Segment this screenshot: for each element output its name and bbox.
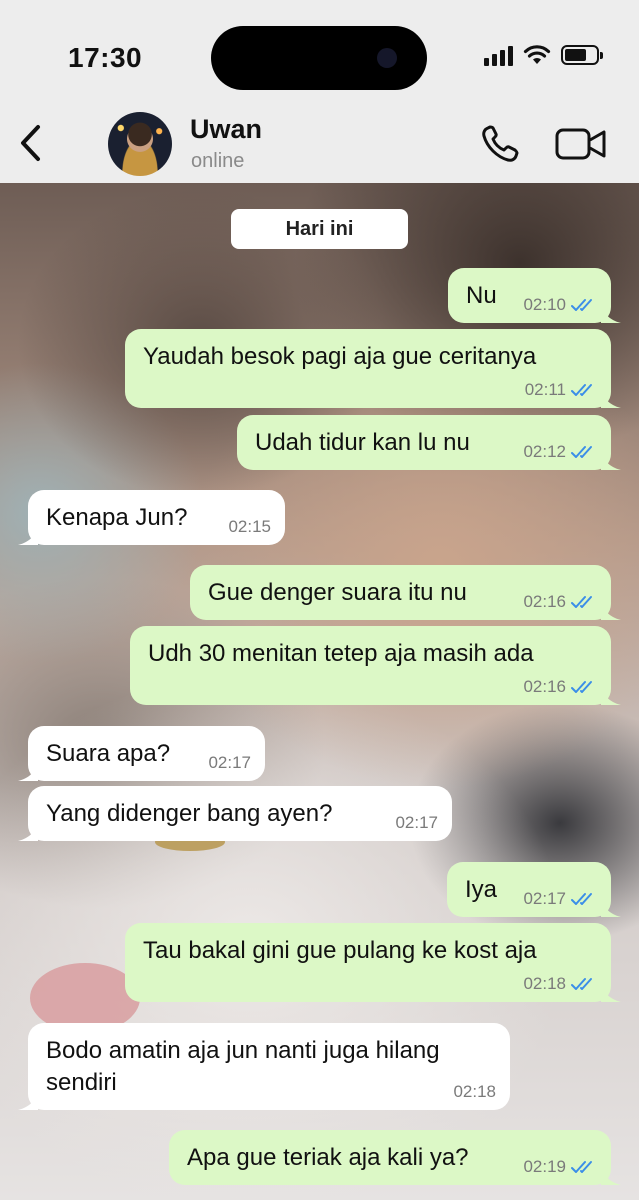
bubble-tail [601, 303, 621, 323]
message-time: 02:17 [523, 889, 566, 908]
bubble-tail [601, 600, 621, 620]
message-time: 02:10 [523, 295, 566, 314]
message-time: 02:18 [523, 974, 566, 993]
read-receipt-icon [571, 446, 592, 458]
bubble-tail [18, 821, 38, 841]
message-time: 02:17 [395, 813, 438, 832]
message-text: Bodo amatin aja jun nanti juga hilang se… [46, 1037, 440, 1096]
message-text: Kenapa Jun? [46, 504, 188, 531]
message-time: 02:15 [228, 517, 271, 536]
message-text: Yang didenger bang ayen? [46, 800, 333, 827]
bubble-tail [18, 761, 38, 781]
message-time: 02:17 [208, 753, 251, 772]
message-time: 02:12 [523, 442, 566, 461]
incoming-message-bubble[interactable]: Kenapa Jun? 02:15 [18, 490, 285, 545]
message-meta: 02:17 [523, 889, 597, 909]
message-meta: 02:11 [525, 380, 597, 400]
read-receipt-icon [571, 384, 592, 396]
status-icons [484, 44, 603, 66]
front-camera [377, 48, 397, 68]
bubble-tail [18, 525, 38, 545]
dynamic-island [211, 26, 427, 90]
bubble-tail [601, 897, 621, 917]
outgoing-message-bubble[interactable]: Tau bakal gini gue pulang ke kost aja 02:… [125, 923, 621, 1002]
message-meta: 02:17 [395, 813, 438, 833]
outgoing-message-bubble[interactable]: Apa gue teriak aja kali ya? 02:19 [169, 1130, 621, 1185]
contact-status: online [191, 150, 245, 172]
read-receipt-icon [571, 299, 592, 311]
read-receipt-icon [571, 893, 592, 905]
read-receipt-icon [571, 596, 592, 608]
message-meta: 02:17 [208, 753, 251, 773]
message-meta: 02:10 [523, 295, 597, 315]
chat-header: 17:30 Uwan online [0, 0, 639, 183]
read-receipt-icon [571, 681, 592, 693]
message-meta: 02:18 [453, 1082, 496, 1102]
back-button[interactable] [10, 118, 50, 168]
bubble-tail [601, 1165, 621, 1185]
message-text: Suara apa? [46, 740, 171, 767]
contact-name[interactable]: Uwan [190, 114, 262, 145]
message-meta: 02:19 [523, 1157, 597, 1177]
message-text: Gue denger suara itu nu [208, 579, 467, 606]
incoming-message-bubble[interactable]: Yang didenger bang ayen? 02:17 [18, 786, 452, 841]
outgoing-message-bubble[interactable]: Udh 30 menitan tetep aja masih ada 02:16 [130, 626, 621, 705]
message-text: Iya [465, 876, 498, 903]
message-time: 02:16 [523, 677, 566, 696]
message-text: Apa gue teriak aja kali ya? [187, 1144, 469, 1171]
bubble-tail [18, 1090, 38, 1110]
message-time: 02:19 [523, 1157, 566, 1176]
cellular-signal-icon [484, 44, 513, 66]
message-text: Tau bakal gini gue pulang ke kost aja [143, 937, 537, 964]
outgoing-message-bubble[interactable]: Yaudah besok pagi aja gue ceritanya 02:11 [125, 329, 621, 408]
outgoing-message-bubble[interactable]: Iya 02:17 [447, 862, 621, 917]
message-time: 02:18 [453, 1082, 496, 1101]
bubble-tail [601, 450, 621, 470]
bubble-tail [601, 982, 621, 1002]
phone-icon [482, 125, 519, 162]
bubble-tail [601, 388, 621, 408]
battery-icon [561, 45, 603, 65]
message-text: Udah tidur kan lu nu [255, 429, 470, 456]
read-receipt-icon [571, 978, 592, 990]
message-meta: 02:15 [228, 517, 271, 537]
message-meta: 02:16 [523, 592, 597, 612]
message-text: Udh 30 menitan tetep aja masih ada [148, 640, 534, 667]
contact-avatar[interactable] [108, 112, 172, 176]
read-receipt-icon [571, 1161, 592, 1173]
message-meta: 02:18 [523, 974, 597, 994]
incoming-message-bubble[interactable]: Suara apa? 02:17 [18, 726, 265, 781]
outgoing-message-bubble[interactable]: Gue denger suara itu nu 02:16 [190, 565, 621, 620]
outgoing-message-bubble[interactable]: Udah tidur kan lu nu 02:12 [237, 415, 621, 470]
message-time: 02:11 [524, 380, 566, 399]
message-time: 02:16 [523, 592, 566, 611]
message-meta: 02:16 [523, 677, 597, 697]
incoming-message-bubble[interactable]: Bodo amatin aja jun nanti juga hilang se… [18, 1023, 510, 1110]
message-list[interactable]: Hari ini Nu 02:10 Yaudah besok pagi aja gu… [0, 183, 639, 1200]
message-meta: 02:12 [523, 442, 597, 462]
chevron-left-icon [21, 125, 40, 161]
wifi-icon [523, 45, 551, 64]
video-call-button[interactable] [555, 126, 607, 162]
message-text: Nu [466, 282, 497, 309]
status-time: 17:30 [68, 42, 143, 73]
outgoing-message-bubble[interactable]: Nu 02:10 [448, 268, 621, 323]
message-text: Yaudah besok pagi aja gue ceritanya [143, 343, 537, 370]
date-separator: Hari ini [231, 209, 408, 249]
video-camera-icon [555, 128, 606, 160]
voice-call-button[interactable] [479, 124, 521, 164]
bubble-tail [601, 685, 621, 705]
